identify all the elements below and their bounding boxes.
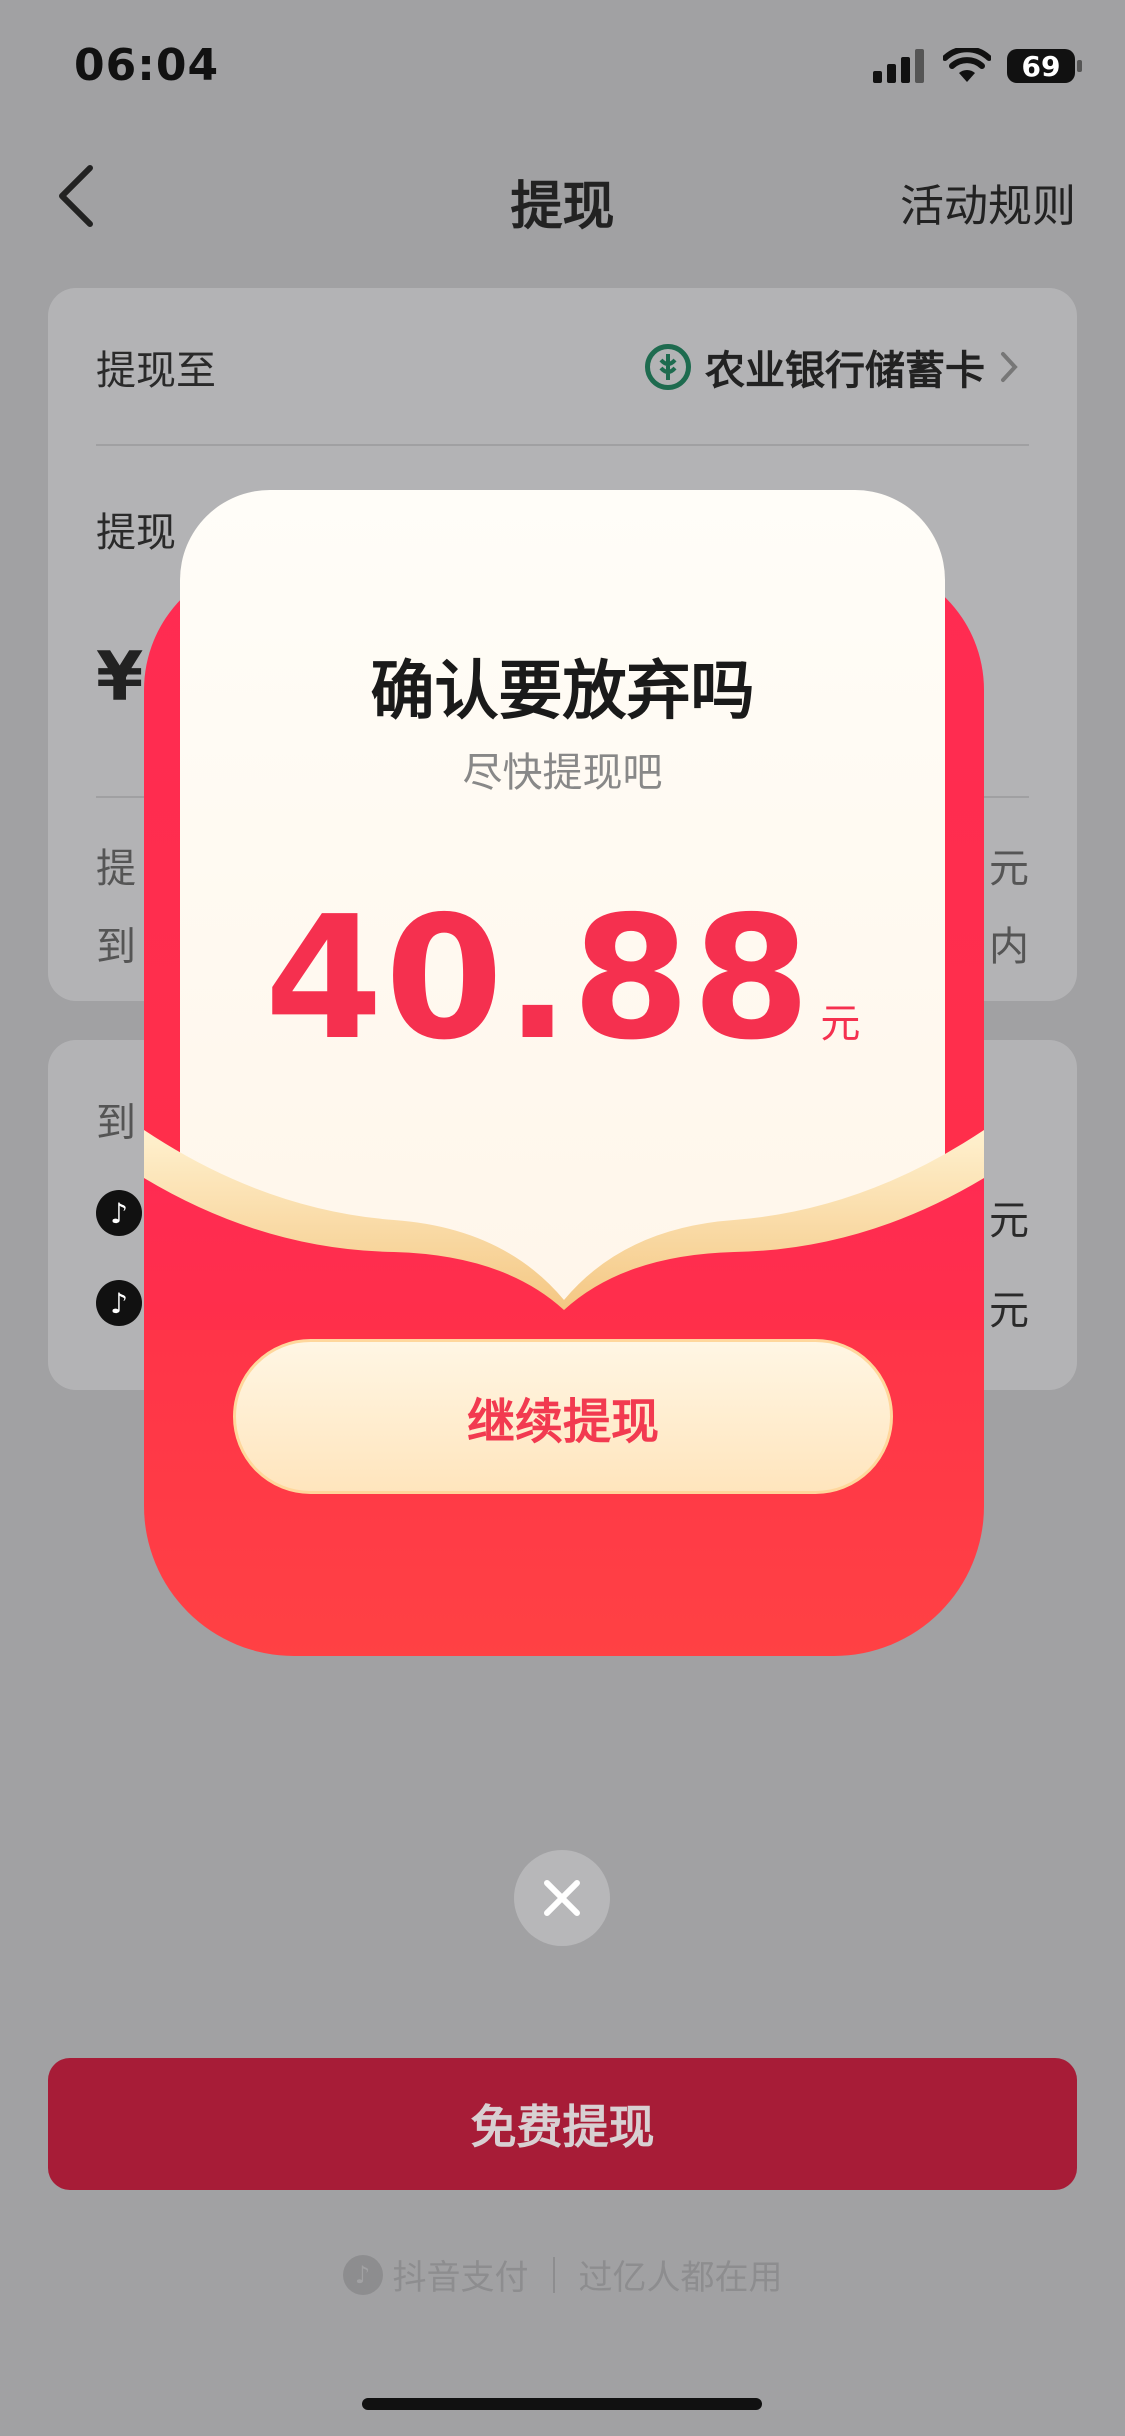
abc-bank-icon (645, 344, 691, 390)
close-icon (544, 1880, 580, 1916)
row1-value: 元 (989, 1198, 1029, 1244)
free-withdraw-button[interactable]: 免费提现 (48, 2058, 1077, 2190)
status-icons: 69 (873, 48, 1082, 84)
popup-subtitle: 尽快提现吧 (462, 750, 663, 796)
amount-label: 提现 (96, 510, 176, 556)
chevron-right-icon (1001, 352, 1018, 382)
status-time: 06:04 (74, 40, 220, 91)
douyin-pay-icon: ♪ (342, 2254, 383, 2295)
activity-rules-link[interactable]: 活动规则 (900, 170, 1076, 234)
bank-name: 农业银行储蓄卡 (705, 348, 985, 394)
envelope-flap (144, 1130, 984, 1330)
footer: ♪ 抖音支付 过亿人都在用 (0, 2250, 1125, 2299)
info-label-1: 提 (96, 846, 136, 892)
info-value-2: 内 (989, 924, 1029, 970)
info-value-1: 元 (989, 846, 1029, 892)
close-popup-button[interactable] (514, 1850, 610, 1946)
douyin-icon: ♪ (96, 1280, 142, 1326)
divider (96, 444, 1029, 446)
footer-divider (552, 2256, 555, 2293)
continue-withdraw-button[interactable]: 继续提现 (233, 1339, 893, 1494)
wifi-icon (943, 48, 991, 82)
footer-brand: 抖音支付 (392, 2258, 529, 2298)
row2-value: 元 (989, 1288, 1029, 1334)
signal-icon (873, 49, 924, 83)
footer-tagline: 过亿人都在用 (578, 2258, 783, 2298)
battery-icon: 69 (1007, 49, 1082, 83)
amount-display: 40.88 元 (180, 880, 945, 1078)
bank-selector[interactable]: 农业银行储蓄卡 (645, 338, 1019, 396)
currency-symbol: ¥ (96, 638, 144, 717)
amount-value: 40.88 (264, 880, 813, 1078)
arrival-header: 到 (96, 1100, 136, 1146)
douyin-icon: ♪ (96, 1190, 142, 1236)
info-label-2: 到 (96, 924, 136, 970)
home-indicator (362, 2398, 762, 2410)
popup-title: 确认要放弃吗 (370, 655, 755, 729)
amount-unit: 元 (820, 1001, 861, 1047)
withdraw-to-label: 提现至 (96, 348, 216, 394)
